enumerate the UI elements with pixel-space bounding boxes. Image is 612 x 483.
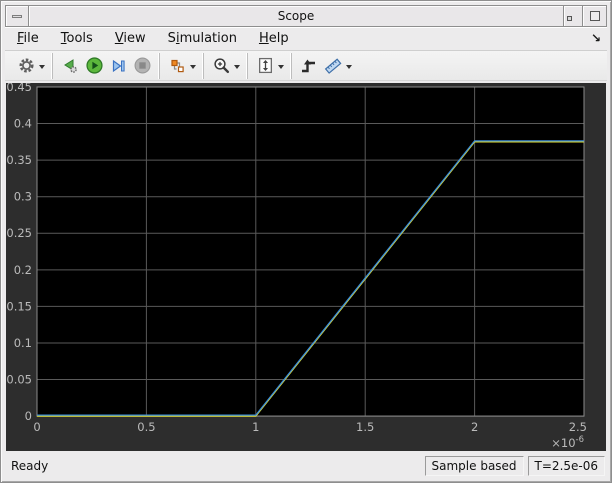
tick-label: 2.5 [569,420,587,434]
tick-label: 0.35 [6,153,32,167]
menu-tools[interactable]: Tools [53,29,101,48]
step-back-icon [61,58,79,74]
stop-icon [134,57,151,74]
zoom-in-icon [213,57,230,74]
step-forward-icon [110,58,127,74]
tick-label: 0.1 [14,336,32,350]
tick-label: 0.2 [14,263,32,277]
dropdown-caret-icon[interactable] [190,64,196,69]
window-menu-button[interactable] [5,5,29,27]
menu-view[interactable]: View [107,29,154,48]
scale-axes-icon [257,57,274,74]
titlebar: Scope [5,5,607,27]
tick-label: 0 [33,420,40,434]
tick-label: 0 [25,409,32,423]
run-icon [85,57,103,74]
window-title: Scope [29,5,563,27]
scale-axes-button[interactable] [253,54,277,78]
minimize-button[interactable] [563,5,583,27]
dropdown-caret-icon[interactable] [39,64,45,69]
dropdown-caret-icon[interactable] [346,64,352,69]
menu-help[interactable]: Help [251,29,297,48]
stop-button[interactable] [130,54,154,78]
tick-label: 0.25 [6,226,32,240]
tick-label: 0.15 [6,299,32,313]
run-button[interactable] [82,54,106,78]
zoom-button[interactable] [209,54,233,78]
window-menu-icon [12,14,22,18]
highlight-simulink-block-button[interactable] [165,54,189,78]
scope-window: Scope File Tools View Simulation Help ↘ 0 0.05… [0,0,612,483]
statusbar: Ready Sample based T=2.5e-06 [5,454,607,478]
ruler-icon [324,57,342,74]
toolbar-group [52,52,159,79]
scope-chart[interactable]: 0 0.05 0.1 0.15 0.2 0.25 0.3 0.35 0.4 0.45 0 0.5 1 1.… [6,83,606,451]
dropdown-caret-icon[interactable] [234,64,240,69]
maximize-button[interactable] [583,5,607,27]
simulink-blocks-icon [169,58,186,74]
toolbar-group [203,52,247,79]
configuration-properties-button[interactable] [14,54,38,78]
gear-icon [18,57,35,74]
dropdown-caret-icon[interactable] [278,64,284,69]
x-axis-multiplier: ×10-6 [551,434,584,450]
tick-label: 1.5 [356,420,374,434]
tick-label: 0.45 [6,83,32,94]
trigger-icon [300,58,318,74]
status-message: Ready [11,459,49,473]
tick-label: 1 [252,420,259,434]
tick-label: 0.3 [14,190,32,204]
triggers-button[interactable] [297,54,321,78]
tick-label: 0.05 [6,373,32,387]
menu-simulation[interactable]: Simulation [160,29,245,48]
measurements-button[interactable] [321,54,345,78]
tick-label: 0.5 [137,420,155,434]
tick-label: 0.4 [14,117,32,131]
tick-label: 2 [471,420,478,434]
simulation-time-indicator: T=2.5e-06 [527,456,605,476]
step-forward-button[interactable] [106,54,130,78]
scope-plot-area[interactable]: 0 0.05 0.1 0.15 0.2 0.25 0.3 0.35 0.4 0.45 0 0.5 1 1.… [6,83,606,451]
step-back-button[interactable] [58,54,82,78]
toolbar [5,51,607,81]
minimize-icon [567,16,572,21]
dock-arrow-icon[interactable]: ↘ [591,31,601,45]
menubar: File Tools View Simulation Help ↘ [5,27,607,51]
toolbar-group [159,52,203,79]
sample-mode-indicator: Sample based [424,456,524,476]
menu-file[interactable]: File [9,29,47,48]
maximize-icon [589,11,600,21]
toolbar-group [247,52,291,79]
toolbar-group [291,52,359,79]
toolbar-group [9,53,52,79]
